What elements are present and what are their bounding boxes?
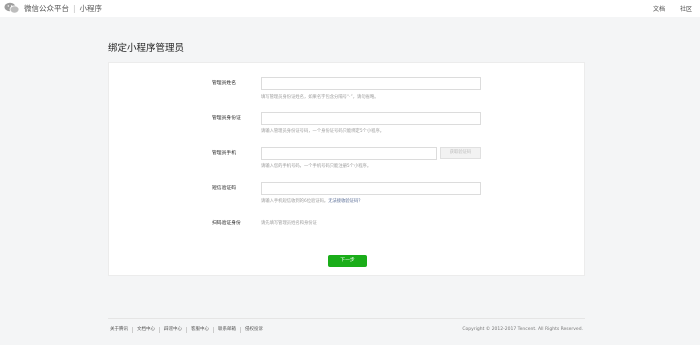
community-link[interactable]: 社区	[680, 4, 692, 13]
scan-verify-note: 请先填写管理员姓名和身份证	[261, 221, 317, 226]
docs-link[interactable]: 文档	[653, 4, 665, 13]
id-card-input[interactable]	[261, 112, 481, 125]
footer-link-about-tencent[interactable]: 关于腾讯	[108, 327, 132, 333]
sms-code-hint-text: 请输入手机短信收到的6位验证码。	[261, 199, 329, 204]
sms-code-input[interactable]	[261, 182, 481, 195]
footer-link-service-center[interactable]: 客服中心	[186, 327, 213, 333]
brand-separator: |	[73, 4, 76, 13]
footer-link-contact-email[interactable]: 联系邮箱	[213, 327, 240, 333]
footer-link-infringement-complaint[interactable]: 侵权投诉	[240, 327, 267, 333]
sms-code-label: 短信验证码	[212, 186, 236, 191]
phone-hint: 请输入您的手机号码，一个手机号码只能注册5个小程序。	[261, 164, 372, 169]
footer-links: 关于腾讯 文档中心 辟谣中心 客服中心 联系邮箱 侵权投诉	[108, 327, 267, 333]
wechat-logo-icon	[4, 2, 20, 14]
next-step-button[interactable]: 下一步	[328, 255, 367, 267]
footer-link-rumor-center[interactable]: 辟谣中心	[159, 327, 186, 333]
get-code-button[interactable]: 获取验证码	[440, 147, 481, 159]
footer-divider	[108, 318, 585, 319]
cannot-receive-code-link[interactable]: 无法接收验证码？	[328, 199, 362, 204]
brand-name: 微信公众平台	[24, 4, 69, 13]
admin-name-label: 管理员姓名	[212, 81, 236, 86]
section-name: 小程序	[79, 4, 103, 13]
scan-verify-label: 扫码验证身份	[212, 221, 241, 226]
sms-code-hint: 请输入手机短信收到的6位验证码。无法接收验证码？	[261, 198, 363, 204]
admin-binding-form: 管理员姓名 填写管理员身份证姓名，如果名字包含分隔号“·”，请勿省略。 管理员身…	[108, 62, 585, 276]
footer-link-docs-center[interactable]: 文档中心	[132, 327, 159, 333]
copyright-text: Copyright © 2012-2017 Tencent. All Right…	[462, 327, 583, 332]
id-card-label: 管理员身份证	[212, 116, 241, 121]
admin-name-hint: 填写管理员身份证姓名，如果名字包含分隔号“·”，请勿省略。	[261, 95, 379, 100]
admin-name-input[interactable]	[261, 77, 481, 90]
phone-label: 管理员手机	[212, 151, 236, 156]
top-navigation-bar: 微信公众平台 | 小程序 文档 社区	[0, 0, 700, 17]
page-title: 绑定小程序管理员	[108, 43, 185, 54]
platform-brand[interactable]: 微信公众平台 | 小程序	[24, 3, 102, 14]
phone-input[interactable]	[261, 147, 437, 160]
id-card-hint: 请输入管理员身份证号码，一个身份证号码只能绑定5个小程序。	[261, 129, 385, 134]
